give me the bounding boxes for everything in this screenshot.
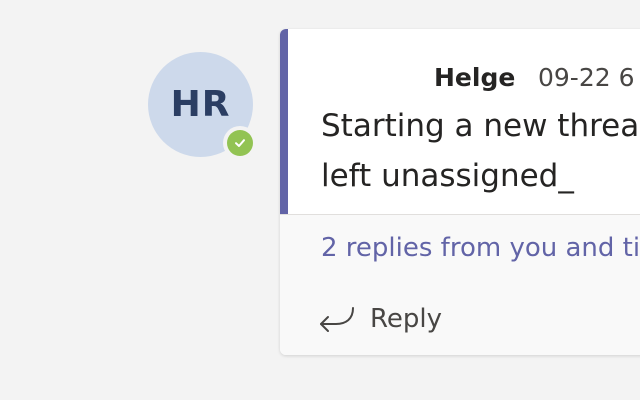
replies-summary-link[interactable]: 2 replies from you and ti <box>321 233 640 263</box>
unread-accent-bar <box>280 29 288 214</box>
message-text-line: Starting a new thread <box>321 108 640 144</box>
reply-button[interactable]: Reply <box>316 297 442 341</box>
avatar-initials: HR <box>170 84 231 125</box>
message-timestamp: 09-22 6 <box>538 63 635 92</box>
presence-available-indicator <box>227 130 253 156</box>
message-author[interactable]: Helge <box>434 63 515 92</box>
message-card[interactable]: Helge 09-22 6 Starting a new thread left… <box>280 29 640 355</box>
reply-button-label: Reply <box>370 304 443 334</box>
message-text-line: left unassigned_ <box>321 158 574 194</box>
presence-badge <box>223 126 257 160</box>
reply-arrow-icon <box>320 307 354 332</box>
replies-section: 2 replies from you and ti Reply <box>280 215 640 355</box>
check-icon <box>235 139 245 147</box>
